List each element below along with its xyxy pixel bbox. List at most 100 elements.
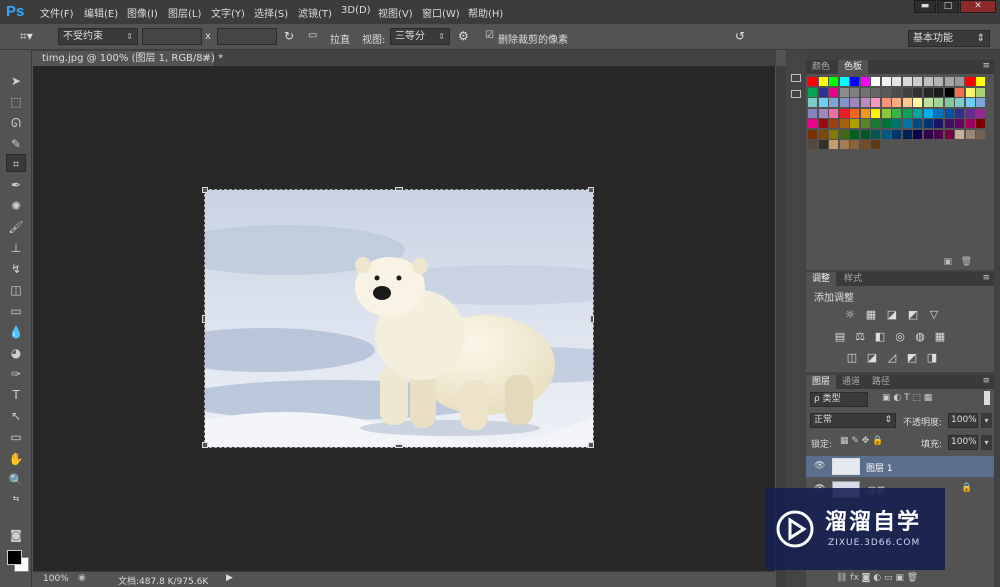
pen-tool-icon[interactable]: ✑ [6, 365, 26, 383]
color-swatch[interactable] [934, 98, 943, 107]
color-swatch[interactable] [934, 119, 943, 128]
shape-tool-icon[interactable]: ▭ [6, 428, 26, 446]
brightness-contrast-icon[interactable]: ☼ [844, 309, 856, 321]
history-panel-icon[interactable] [791, 74, 801, 82]
color-swatch[interactable] [965, 108, 975, 118]
panel-menu-icon[interactable]: ≡ [982, 376, 990, 386]
color-swatch[interactable] [902, 87, 912, 97]
delete-cropped-checkbox[interactable]: ☑ [485, 30, 494, 42]
reset-icon[interactable]: ↺ [735, 30, 745, 42]
tab-channels[interactable]: 通道 [836, 375, 866, 389]
color-swatch[interactable] [839, 77, 849, 86]
path-select-tool-icon[interactable]: ↖ [6, 407, 26, 425]
blur-tool-icon[interactable]: 💧 [6, 323, 26, 341]
color-swatch[interactable] [976, 87, 985, 97]
layer-row[interactable]: 👁 图层 1 [806, 456, 994, 477]
color-swatch[interactable] [808, 129, 817, 139]
color-swatch[interactable] [976, 108, 985, 118]
color-swatch[interactable] [892, 98, 901, 107]
gradient-tool-icon[interactable]: ▭ [6, 302, 26, 320]
hand-tool-icon[interactable]: ✋ [6, 450, 26, 468]
workspace-select[interactable]: 基本功能 ⇕ [908, 30, 990, 47]
color-swatch[interactable] [808, 140, 817, 149]
color-swatch[interactable] [860, 140, 870, 149]
straighten-icon[interactable]: ▭ [308, 30, 317, 42]
color-swatch[interactable] [923, 77, 933, 86]
color-swatch[interactable] [850, 108, 859, 118]
color-swatch[interactable] [850, 87, 859, 97]
eraser-tool-icon[interactable]: ◫ [6, 281, 26, 299]
tab-paths[interactable]: 路径 [866, 375, 896, 389]
color-swatch[interactable] [902, 129, 912, 139]
color-swatch[interactable] [965, 119, 975, 128]
color-swatch[interactable] [860, 77, 870, 86]
move-tool-icon[interactable]: ➤ [6, 72, 26, 90]
color-swatch[interactable] [944, 98, 954, 107]
crop-width-field[interactable] [142, 28, 202, 45]
color-swatch[interactable] [871, 140, 880, 149]
color-swatch[interactable] [818, 98, 828, 107]
color-swatch[interactable] [808, 87, 817, 97]
color-swatch[interactable] [818, 87, 828, 97]
swap-icon[interactable]: ↻ [284, 30, 294, 42]
color-swatch[interactable] [902, 77, 912, 86]
quick-select-tool-icon[interactable]: ✎ [6, 135, 26, 153]
fill-field[interactable]: 100% [948, 435, 978, 450]
panel-menu-icon[interactable]: ≡ [982, 273, 990, 283]
color-swatch[interactable] [860, 129, 870, 139]
dodge-tool-icon[interactable]: ◕ [6, 344, 26, 362]
color-swatch[interactable] [965, 87, 975, 97]
panel-menu-icon[interactable]: ≡ [982, 61, 990, 71]
color-swatch[interactable] [850, 119, 859, 128]
straighten-label[interactable]: 拉直 [330, 31, 350, 46]
crop-handle-left[interactable] [202, 315, 206, 323]
lock-icons[interactable]: ▦ ✎ ✥ 🔒 [840, 436, 883, 446]
swap-colors-icon[interactable]: ⇆ [6, 490, 26, 508]
tab-adjustments[interactable]: 调整 [806, 272, 837, 286]
layer-filter-select[interactable]: ρ 类型 [810, 392, 868, 407]
color-swatch[interactable] [850, 98, 859, 107]
crop-handle-tr[interactable] [588, 187, 594, 193]
view-overlay-select[interactable]: 三等分 ⇕ [390, 28, 450, 45]
eyedropper-tool-icon[interactable]: ✒ [6, 176, 26, 194]
curves-icon[interactable]: ◪ [886, 309, 898, 321]
document-tab[interactable]: timg.jpg @ 100% (图层 1, RGB/8#) * × [32, 51, 223, 66]
selective-color-icon[interactable]: ◩ [906, 352, 918, 364]
gradient-map-icon[interactable]: ◨ [926, 352, 938, 364]
menu-view[interactable]: 视图(V) [378, 5, 413, 20]
color-swatch[interactable] [965, 77, 975, 86]
crop-tool-preset-icon[interactable]: ⌗▾ [20, 30, 33, 42]
tab-color[interactable]: 颜色 [806, 60, 836, 74]
color-swatch[interactable] [818, 140, 828, 149]
color-swatch[interactable] [955, 87, 964, 97]
opacity-field[interactable]: 100% [948, 413, 978, 428]
layer-filter-icons[interactable]: ▣ ◐ T ⬚ ▦ [882, 393, 932, 403]
color-swatch[interactable] [923, 98, 933, 107]
crop-height-field[interactable] [217, 28, 277, 45]
clone-stamp-tool-icon[interactable]: ⊥ [6, 239, 26, 257]
color-swatch[interactable] [944, 108, 954, 118]
color-swatch[interactable] [860, 108, 870, 118]
channel-mixer-icon[interactable]: ◍ [914, 331, 926, 343]
color-swatch[interactable] [860, 98, 870, 107]
properties-panel-icon[interactable] [791, 90, 801, 98]
color-lookup-icon[interactable]: ▦ [934, 331, 946, 343]
color-swatch[interactable] [955, 98, 964, 107]
color-swatch[interactable] [818, 108, 828, 118]
color-swatch[interactable] [923, 119, 933, 128]
hue-saturation-icon[interactable]: ▤ [834, 331, 846, 343]
crop-ratio-select[interactable]: 不受约束 ⇕ [58, 28, 138, 45]
color-swatch[interactable] [892, 119, 901, 128]
color-swatch[interactable] [913, 98, 922, 107]
menu-window[interactable]: 窗口(W) [422, 5, 460, 20]
color-swatch[interactable] [818, 129, 828, 139]
new-swatch-icon[interactable]: ▣ [943, 257, 952, 267]
color-swatch[interactable] [860, 119, 870, 128]
color-swatch[interactable] [839, 119, 849, 128]
color-swatch[interactable] [829, 119, 838, 128]
color-swatch[interactable] [829, 98, 838, 107]
color-swatch[interactable] [881, 119, 891, 128]
color-swatch[interactable] [976, 98, 985, 107]
crop-handle-br[interactable] [588, 442, 594, 448]
history-brush-tool-icon[interactable]: ↯ [6, 260, 26, 278]
